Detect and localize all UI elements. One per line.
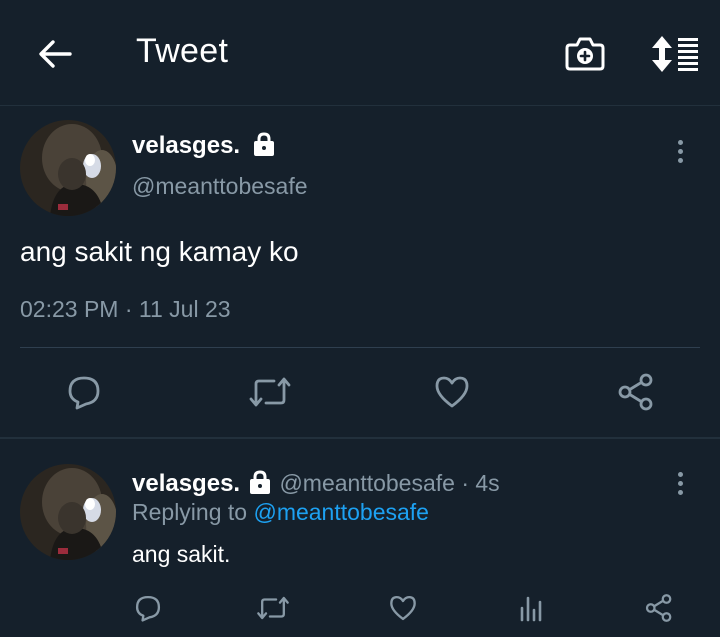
replying-to: Replying to @meanttobesafe <box>132 499 429 526</box>
lock-icon <box>253 132 274 156</box>
author-name[interactable]: velasges. <box>132 132 277 160</box>
more-options-icon[interactable] <box>675 472 685 502</box>
reply-text: ang sakit. <box>132 541 231 567</box>
reply-handle[interactable]: @meanttobesafe <box>279 470 455 496</box>
like-icon[interactable] <box>433 374 471 410</box>
avatar[interactable] <box>20 120 116 216</box>
analytics-icon[interactable] <box>518 594 546 622</box>
author-handle[interactable]: @meanttobesafe <box>132 173 308 200</box>
sort-icon[interactable] <box>650 34 700 74</box>
tweet-time: 02:23 PM <box>20 296 119 322</box>
reply-icon[interactable] <box>134 594 162 622</box>
avatar[interactable] <box>20 464 116 560</box>
page-title: Tweet <box>136 32 229 70</box>
reply-author-line: velasges. @meanttobesafe · 4s <box>132 470 500 498</box>
retweet-icon[interactable] <box>256 594 290 622</box>
retweet-icon[interactable] <box>248 374 292 410</box>
tweet-timestamp: 02:23 PM · 11 Jul 23 <box>20 296 231 323</box>
replying-prefix: Replying to <box>132 499 254 525</box>
author-display-name[interactable]: velasges. <box>132 132 240 159</box>
lock-icon <box>249 470 270 494</box>
divider <box>20 347 700 348</box>
section-divider <box>0 437 720 439</box>
like-icon[interactable] <box>388 594 418 622</box>
share-icon[interactable] <box>616 372 656 412</box>
top-bar: Tweet <box>0 0 720 106</box>
more-options-icon[interactable] <box>675 140 685 170</box>
replying-to-link[interactable]: @meanttobesafe <box>253 499 429 525</box>
meta-separator: · <box>118 296 139 322</box>
reply-icon[interactable] <box>66 374 102 410</box>
reply-age: · 4s <box>454 470 500 496</box>
tweet-text: ang sakit ng kamay ko <box>20 236 299 267</box>
share-icon[interactable] <box>644 593 674 623</box>
back-arrow-icon[interactable] <box>34 34 74 74</box>
reply-display-name[interactable]: velasges. <box>132 470 240 497</box>
tweet-date: 11 Jul 23 <box>138 296 231 322</box>
camera-add-icon[interactable] <box>564 33 606 73</box>
